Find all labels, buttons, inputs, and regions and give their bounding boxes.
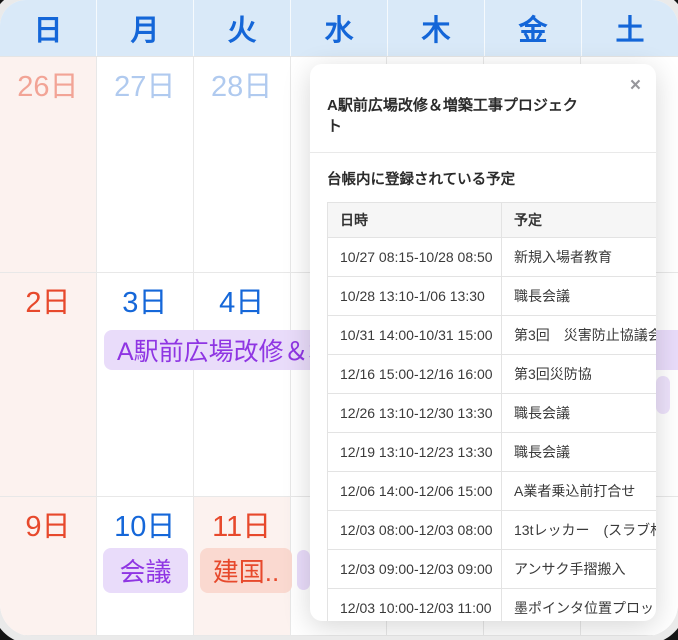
event-bar-partial[interactable] <box>297 550 310 590</box>
event-meeting[interactable]: 会議 <box>103 548 188 593</box>
schedule-table-wrap: 日時 予定 10/27 08:15-10/28 08:50 新規入場者教育 10/2… <box>327 202 656 621</box>
table-row: 12/16 15:00-12/16 16:00 第3回災防協 <box>327 354 656 394</box>
cell-datetime: 10/31 14:00-10/31 15:00 <box>327 315 502 355</box>
day-cell-9[interactable]: 9日 <box>0 497 97 636</box>
day-cell-26[interactable]: 26日 <box>0 57 97 273</box>
weekday-sun: 日 <box>33 15 63 47</box>
weekday-mon: 月 <box>96 0 193 56</box>
table-row: 12/26 13:10-12/30 13:30 職長会議 <box>327 393 656 433</box>
cell-schedule: 墨ポインタ位置プロット <box>501 588 656 621</box>
cell-datetime: 12/03 08:00-12/03 08:00 <box>327 510 502 550</box>
table-header-row: 日時 予定 <box>327 202 656 238</box>
cell-schedule: 13tレッカー (スラブ材 <box>501 510 656 550</box>
cell-datetime: 10/27 08:15-10/28 08:50 <box>327 237 502 277</box>
table-row: 12/03 08:00-12/03 08:00 13tレッカー (スラブ材 <box>327 510 656 550</box>
weekday-fri: 金 <box>484 0 581 56</box>
table-row: 12/06 14:00-12/06 15:00 A業者乗込前打合せ <box>327 471 656 511</box>
table-row: 12/03 09:00-12/03 09:00 アンサク手摺搬入 <box>327 549 656 589</box>
day-cell-27[interactable]: 27日 <box>96 57 194 273</box>
day-cell-28[interactable]: 28日 <box>193 57 291 273</box>
project-schedule-popup: × A駅前広場改修＆増築工事プロジェクト 台帳内に登録されている予定 日時 予定… <box>310 64 656 621</box>
popup-title: A駅前広場改修＆増築工事プロジェクト <box>327 97 578 135</box>
date-label: 28日 <box>211 71 273 103</box>
date-label: 10日 <box>114 511 176 543</box>
table-row: 10/28 13:10-1/06 13:30 職長会議 <box>327 276 656 316</box>
schedule-table: 日時 予定 10/27 08:15-10/28 08:50 新規入場者教育 10/2… <box>327 202 656 621</box>
date-label: 2日 <box>25 287 71 319</box>
cell-schedule: 第3回災防協 <box>501 354 656 394</box>
schedule-table-body: 10/27 08:15-10/28 08:50 新規入場者教育 10/28 13:1… <box>327 237 656 621</box>
cell-datetime: 12/03 09:00-12/03 09:00 <box>327 549 502 589</box>
cell-datetime: 12/26 13:10-12/30 13:30 <box>327 393 502 433</box>
close-icon[interactable]: × <box>630 76 641 95</box>
day-cell-4[interactable]: 4日 <box>193 273 291 497</box>
cell-schedule: 新規入場者教育 <box>501 237 656 277</box>
cell-schedule: A業者乗込前打合せ <box>501 471 656 511</box>
date-label: 11日 <box>212 511 272 543</box>
table-row: 10/31 14:00-10/31 15:00 第3回 災害防止協議会 <box>327 315 656 355</box>
date-label: 26日 <box>17 71 79 103</box>
event-holiday[interactable]: 建国.. <box>200 548 292 593</box>
table-row: 12/03 10:00-12/03 11:00 墨ポインタ位置プロット <box>327 588 656 621</box>
weekday-header: 日 月 火 水 木 金 土 <box>0 0 678 57</box>
day-cell-2[interactable]: 2日 <box>0 273 97 497</box>
cell-schedule: アンサク手摺搬入 <box>501 549 656 589</box>
cell-schedule: 第3回 災害防止協議会 <box>501 315 656 355</box>
cell-datetime: 10/28 13:10-1/06 13:30 <box>327 276 502 316</box>
date-label: 9日 <box>25 511 71 543</box>
column-header-datetime: 日時 <box>327 202 502 238</box>
table-row: 12/19 13:10-12/23 13:30 職長会議 <box>327 432 656 472</box>
weekday-tue: 火 <box>193 0 290 56</box>
cell-schedule: 職長会議 <box>501 393 656 433</box>
table-row: 10/27 08:15-10/28 08:50 新規入場者教育 <box>327 237 656 277</box>
day-cell-3[interactable]: 3日 <box>96 273 194 497</box>
popup-divider <box>310 152 656 153</box>
event-bar-partial[interactable] <box>656 376 670 414</box>
cell-datetime: 12/19 13:10-12/23 13:30 <box>327 432 502 472</box>
weekday-wed: 水 <box>290 0 387 56</box>
cell-datetime: 12/06 14:00-12/06 15:00 <box>327 471 502 511</box>
date-label: 27日 <box>114 71 176 103</box>
calendar-app-window: 日 月 火 水 木 金 土 26日 27日 28日 2日 3日 4日 9日 10… <box>0 0 678 636</box>
date-label: 3日 <box>122 287 168 319</box>
cell-datetime: 12/03 10:00-12/03 11:00 <box>327 588 502 621</box>
cell-schedule: 職長会議 <box>501 432 656 472</box>
column-header-schedule: 予定 <box>501 202 656 238</box>
popup-section-label: 台帳内に登録されている予定 <box>327 172 516 188</box>
weekday-sat: 土 <box>581 0 678 56</box>
cell-datetime: 12/16 15:00-12/16 16:00 <box>327 354 502 394</box>
weekday-thu: 木 <box>387 0 484 56</box>
date-label: 4日 <box>219 287 265 319</box>
cell-schedule: 職長会議 <box>501 276 656 316</box>
